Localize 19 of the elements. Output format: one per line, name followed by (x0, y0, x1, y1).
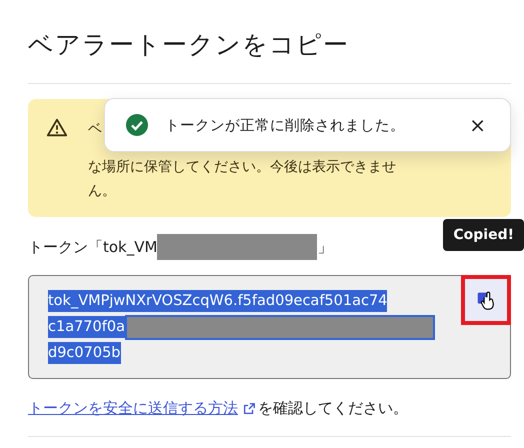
token-text: c1a770f0a (48, 316, 125, 338)
warning-icon (46, 117, 68, 139)
copy-icon (475, 289, 497, 311)
toast-message: トークンが正常に削除されました。 (165, 116, 406, 134)
tooltip: Copied! (443, 219, 524, 251)
help-link[interactable]: トークンを安全に送信する方法 (28, 399, 238, 418)
token-text: tok_VMPjwNXrVOSZcqW6.f5fad09ecaf501ac74 (48, 290, 388, 312)
check-icon (125, 113, 149, 137)
warning-text: な場所に保管してください。今後は表示できませ (88, 158, 396, 177)
token-label: 」 (317, 238, 332, 256)
warning-text: ベ (88, 120, 102, 139)
warning-text: ん。 (88, 182, 116, 201)
external-link-icon (242, 402, 256, 416)
copy-button[interactable] (461, 275, 511, 325)
close-button[interactable]: × (465, 113, 490, 137)
token-text: d9c0705b (48, 342, 121, 364)
page-title: ベアラートークンをコピー (28, 29, 350, 61)
instruction-text: を確認してください。 (258, 399, 408, 418)
token-label: トークン「tok_VM (28, 238, 158, 256)
